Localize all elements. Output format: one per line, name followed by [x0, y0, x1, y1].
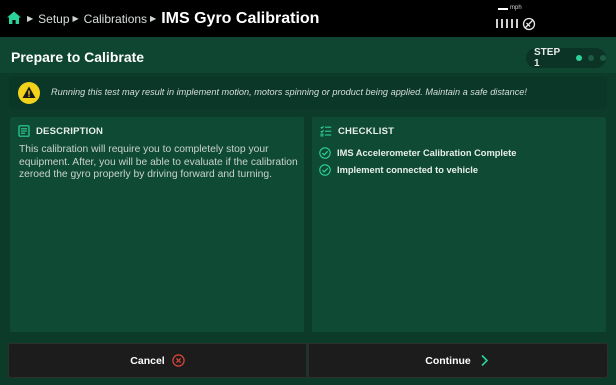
checklist-panel: CHECKLIST IMS Accelerometer Calibration … [312, 117, 606, 332]
cancel-label: Cancel [130, 354, 165, 367]
checklist-title: CHECKLIST [338, 125, 395, 137]
warning-text: Running this test may result in implemen… [51, 87, 527, 97]
chevron-right-icon: ▶ [72, 14, 79, 23]
description-header: DESCRIPTION [18, 125, 103, 137]
description-text: This calibration will require you to com… [19, 144, 298, 181]
page-header: Prepare to Calibrate [0, 37, 616, 73]
continue-button[interactable]: Continue [308, 343, 608, 378]
checklist-item-label: IMS Accelerometer Calibration Complete [337, 147, 517, 158]
checklist-item: Implement connected to vehicle [319, 161, 516, 178]
checklist-item-label: Implement connected to vehicle [337, 164, 479, 175]
check-circle-icon [319, 163, 331, 176]
step-indicator: STEP 1 [526, 47, 606, 69]
checklist-header: CHECKLIST [320, 125, 394, 137]
step-label: STEP 1 [534, 47, 560, 69]
continue-label: Continue [425, 354, 471, 367]
warning-banner: Running this test may result in implemen… [9, 77, 607, 109]
status-area[interactable]: mph [496, 5, 540, 33]
checklist: IMS Accelerometer Calibration Complete I… [319, 144, 516, 178]
cancel-icon [172, 354, 185, 367]
page-title: IMS Gyro Calibration [161, 9, 320, 27]
check-circle-icon [319, 146, 331, 159]
checklist-item: IMS Accelerometer Calibration Complete [319, 144, 516, 161]
description-title: DESCRIPTION [36, 125, 104, 137]
home-icon[interactable] [6, 10, 22, 26]
chevron-right-icon [481, 354, 488, 367]
step-dot [588, 55, 595, 61]
cancel-button[interactable]: Cancel [8, 343, 307, 378]
checklist-icon [320, 125, 332, 137]
breadcrumb-setup[interactable]: Setup [38, 12, 69, 26]
step-dot [600, 55, 606, 61]
description-panel: DESCRIPTION This calibration will requir… [10, 117, 304, 332]
signal-bars-icon [496, 19, 518, 28]
warning-icon [18, 82, 40, 104]
speed-readout [498, 8, 508, 10]
step-dot-active [576, 55, 583, 61]
document-icon [18, 125, 30, 137]
breadcrumb-calibrations[interactable]: Calibrations [84, 12, 147, 26]
chevron-right-icon: ▶ [150, 14, 157, 23]
speed-unit: mph [510, 5, 522, 11]
chevron-right-icon: ▶ [27, 14, 34, 23]
top-bar: ▶ Setup ▶ Calibrations ▶ IMS Gyro Calibr… [0, 0, 616, 37]
section-title: Prepare to Calibrate [11, 49, 145, 65]
satellite-icon [522, 17, 536, 31]
breadcrumb: ▶ Setup ▶ Calibrations ▶ IMS Gyro Calibr… [24, 0, 319, 37]
